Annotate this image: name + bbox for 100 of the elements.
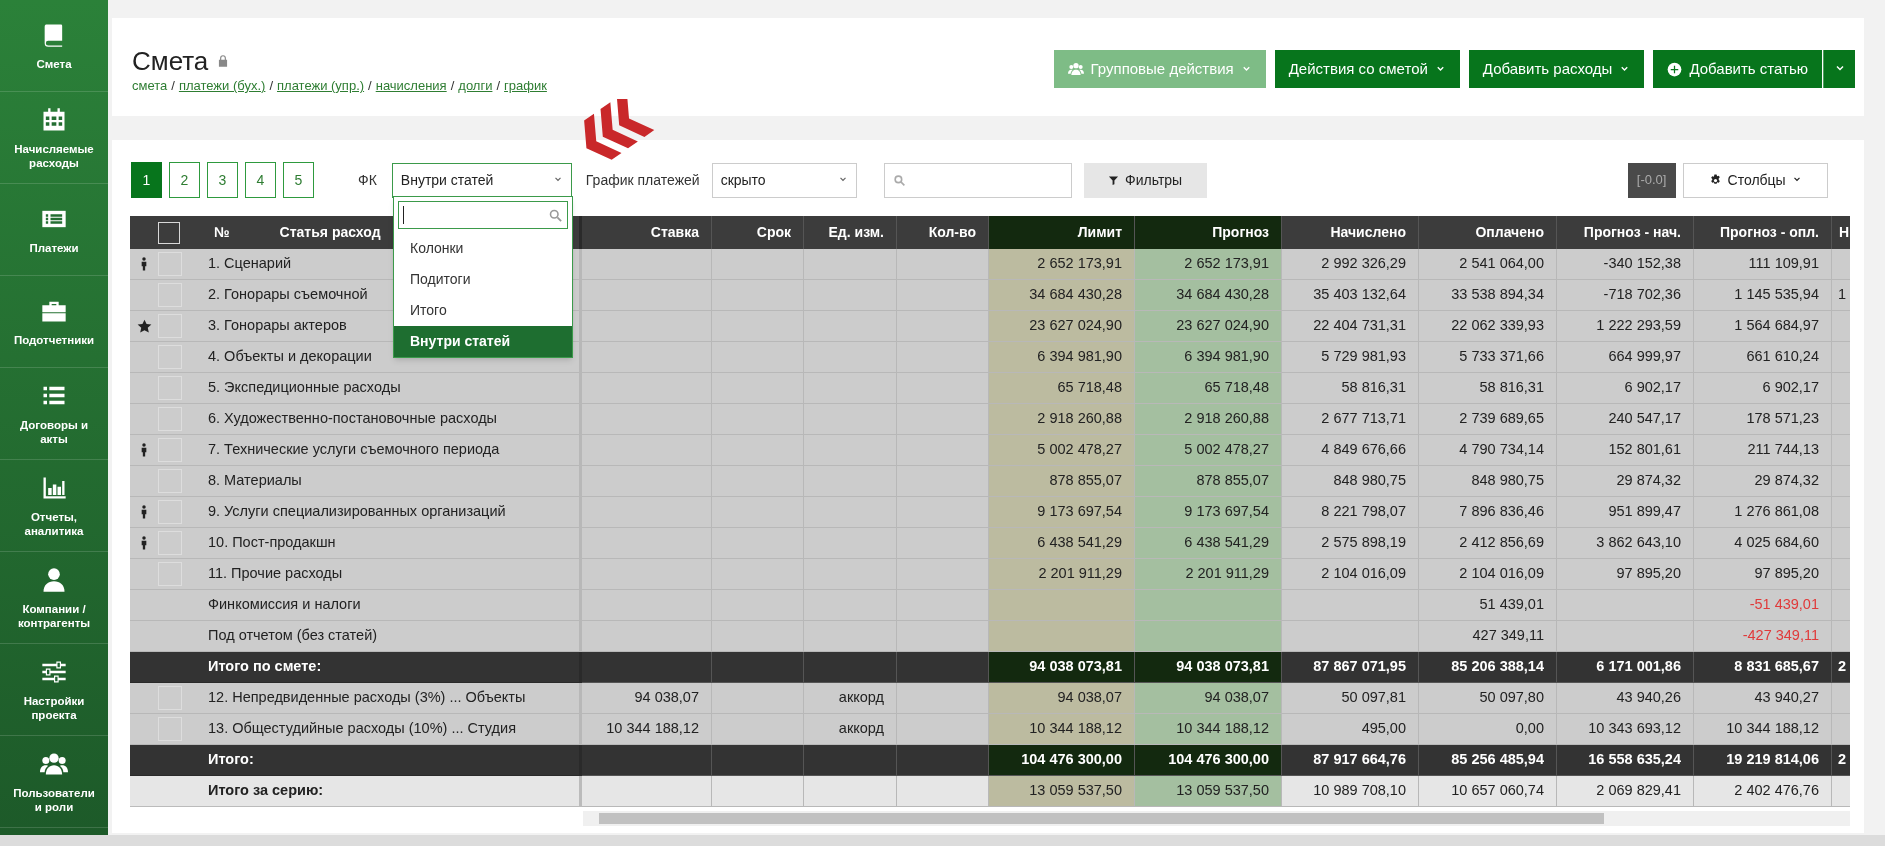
table-cell: 240 547,17	[1557, 404, 1694, 435]
column-header: Срок	[712, 216, 804, 249]
table-cell: 94 038 073,81	[989, 652, 1135, 683]
table-cell: 104 476 300,00	[1135, 745, 1282, 776]
plus-circle-icon	[1667, 61, 1683, 77]
version-badge: [-0.0]	[1627, 162, 1676, 198]
table-cell: 2 201 911,29	[989, 559, 1135, 590]
table-cell: 9 173 697,54	[1135, 497, 1282, 528]
dropdown-option[interactable]: Внутри статей	[394, 326, 572, 357]
sidebar-item[interactable]: Подотчетники	[0, 276, 108, 368]
column-header: Оплачено	[1419, 216, 1557, 249]
table-cell: 427 349,11	[1419, 621, 1557, 652]
row-label: 12. Непредвиденные расходы (3%) ... Объекты	[208, 688, 526, 708]
row-label: Итого по смете:	[208, 657, 322, 677]
breadcrumb-link[interactable]: график	[504, 78, 547, 94]
table-cell: 85 206 388,14	[1419, 652, 1557, 683]
breadcrumb-link[interactable]: долги	[458, 78, 493, 94]
table-cell: 65 718,48	[989, 373, 1135, 404]
table-cell: 4 025 684,60	[1694, 528, 1832, 559]
sidebar-item[interactable]: Компании / контрагенты	[0, 552, 108, 644]
dropdown-option[interactable]: Итого	[394, 295, 572, 326]
sidebar-item[interactable]: Платежи	[0, 184, 108, 276]
sidebar-item[interactable]: Начисляемые расходы	[0, 92, 108, 184]
table-cell: 50 097,80	[1419, 683, 1557, 714]
table-cell: 6 394 981,90	[989, 342, 1135, 373]
columns-button[interactable]: Столбцы	[1682, 162, 1828, 198]
table-cell: 2 739 689,65	[1419, 404, 1557, 435]
sidebar-item[interactable]: Настройки проекта	[0, 644, 108, 736]
page-tab[interactable]: 4	[245, 162, 276, 198]
table-cell: 94 038,07	[582, 683, 712, 714]
select-field[interactable]: скрыто	[711, 162, 857, 198]
table-cell: 10 344 188,12	[989, 714, 1135, 745]
row-label: 7. Технические услуги съемочного периода	[208, 440, 500, 460]
action-button[interactable]: Добавить статью	[1653, 50, 1822, 88]
table-cell: 13 059 537,50	[1135, 776, 1282, 807]
column-header: Кол-во	[897, 216, 989, 249]
table-cell: 10 344 188,12	[582, 714, 712, 745]
column-header: №	[214, 223, 230, 242]
action-button[interactable]: Добавить расходы	[1468, 50, 1645, 88]
users-icon	[1067, 61, 1084, 77]
row-label: 13. Общестудийные расходы (10%) ... Студия	[208, 719, 516, 739]
table-cell: 178 571,23	[1694, 404, 1832, 435]
row-label: 9. Услуги специализированных организаций	[208, 502, 506, 522]
table-cell: 1 564 684,97	[1694, 311, 1832, 342]
breadcrumb-link[interactable]: платежи (бух.)	[178, 78, 266, 94]
breadcrumb-separator: /	[449, 78, 456, 94]
column-header: Статья расход	[279, 223, 381, 242]
breadcrumb-link[interactable]: платежи (упр.)	[277, 78, 365, 94]
dropdown-option[interactable]: Подитоги	[394, 264, 572, 295]
table-cell: 94 038 073,81	[1135, 652, 1282, 683]
table-cell: 661 610,24	[1694, 342, 1832, 373]
breadcrumb-link[interactable]: начисления	[375, 78, 447, 94]
row-label: Финкомиссия и налоги	[208, 595, 361, 615]
table-cell: 495,00	[1282, 714, 1419, 745]
table-cell: 848 980,75	[1419, 466, 1557, 497]
sidebar-item[interactable]: Договоры и акты	[0, 368, 108, 460]
filter-button[interactable]: Фильтры	[1083, 162, 1207, 198]
table-cell: 22 404 731,31	[1282, 311, 1419, 342]
table-cell: -427 349,11	[1694, 621, 1832, 652]
dropdown-search-field[interactable]	[398, 201, 568, 229]
column-header: Лимит	[989, 216, 1135, 249]
table-cell: 34 684 430,28	[1135, 280, 1282, 311]
table-cell: 23 627 024,90	[989, 311, 1135, 342]
table-cell: 5 002 478,27	[989, 435, 1135, 466]
table-cell: 2 104 016,09	[1419, 559, 1557, 590]
table-cell: 1	[1832, 280, 1850, 311]
column-header: Ед. изм.	[804, 216, 897, 249]
table-cell: 4 790 734,14	[1419, 435, 1557, 466]
action-button[interactable]: Действия со сметой	[1274, 50, 1460, 88]
breadcrumb-separator: /	[170, 78, 176, 94]
table-cell: 2	[1832, 745, 1850, 776]
row-label: 4. Объекты и декорации	[208, 347, 372, 367]
table-cell: 951 899,47	[1557, 497, 1694, 528]
table-cell: 7 896 836,46	[1419, 497, 1557, 528]
search-field[interactable]	[883, 162, 1072, 198]
table-cell: 2 412 856,69	[1419, 528, 1557, 559]
scrollbar[interactable]	[583, 811, 1850, 826]
page-tab[interactable]: 1	[131, 162, 162, 198]
table-cell: 8 831 685,67	[1694, 652, 1832, 683]
page-tab[interactable]: 5	[283, 162, 314, 198]
row-label: Под отчетом (без статей)	[208, 626, 378, 646]
table-cell: 58 816,31	[1419, 373, 1557, 404]
split-caret-button[interactable]	[1823, 50, 1855, 88]
page-tab[interactable]: 3	[207, 162, 238, 198]
sidebar-item[interactable]: Пользователи и роли	[0, 736, 108, 828]
select-field[interactable]: Внутри статей	[391, 162, 572, 198]
table-cell: 97 895,20	[1694, 559, 1832, 590]
row-label: Итого:	[208, 750, 254, 770]
table-cell: 1 276 861,08	[1694, 497, 1832, 528]
table-cell: 1 145 535,94	[1694, 280, 1832, 311]
sidebar-item[interactable]: Смета	[0, 0, 108, 92]
table-cell: 10 344 188,12	[1694, 714, 1832, 745]
table-cell: 19 219 814,06	[1694, 745, 1832, 776]
column-header: Прогноз - опл.	[1694, 216, 1832, 249]
table-cell: 29 874,32	[1557, 466, 1694, 497]
sidebar-item[interactable]: Отчеты, аналитика	[0, 460, 108, 552]
table-cell: 8 221 798,07	[1282, 497, 1419, 528]
dropdown-option[interactable]: Колонки	[394, 233, 572, 264]
table-cell: 3 862 643,10	[1557, 528, 1694, 559]
page-tab[interactable]: 2	[169, 162, 200, 198]
